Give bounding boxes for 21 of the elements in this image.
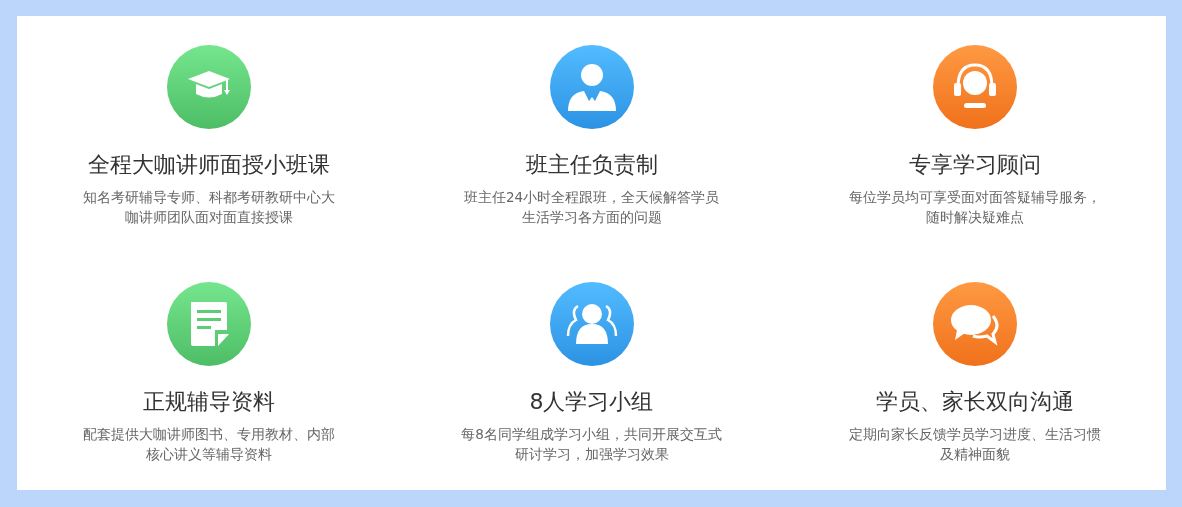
person-icon [565, 61, 618, 113]
feature-description: 及精神面貌 [939, 445, 1010, 464]
feature-title: 正规辅导资料 [142, 388, 275, 416]
feature-title: 班主任负责制 [525, 151, 658, 179]
feature-description: 配套提供大咖讲师图书、专用教材、内部 [82, 425, 335, 444]
feature-description: 咖讲师团队面对面直接授课 [124, 208, 293, 227]
feature-description: 知名考研辅导专师、科都考研教研中心大 [82, 188, 335, 207]
feature-description: 随时解决疑难点 [925, 208, 1024, 227]
feature-description: 每8名同学组成学习小组，共同开展交互式 [461, 425, 722, 444]
feature-description: 研讨学习，加强学习效果 [514, 445, 669, 464]
feature-description: 生活学习各方面的问题 [521, 208, 662, 227]
group-icon [565, 302, 618, 346]
chat-bubbles-icon [948, 302, 1001, 346]
feature-description: 每位学员均可享受面对面答疑辅导服务， [848, 188, 1101, 207]
feature-title: 8人学习小组 [529, 388, 654, 416]
feature-title: 专享学习顾问 [908, 151, 1041, 179]
feature-description: 班主任24小时全程跟班，全天候解答学员 [463, 188, 720, 207]
feature-title: 学员、家长双向沟通 [875, 388, 1074, 416]
feature-description: 核心讲义等辅导资料 [145, 445, 272, 464]
feature-title: 全程大咖讲师面授小班课 [87, 151, 330, 179]
feature-description: 定期向家长反馈学员学习进度、生活习惯 [848, 425, 1101, 444]
